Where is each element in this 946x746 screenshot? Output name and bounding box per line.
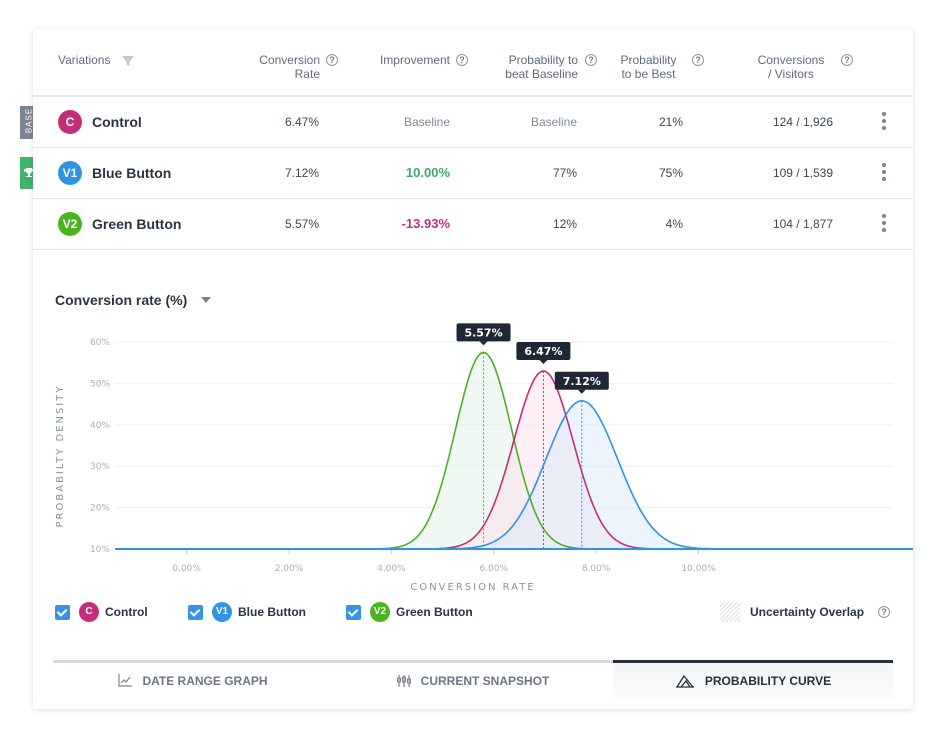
peak-label-C: 6.47% <box>516 341 571 364</box>
peak-label-text: 5.57% <box>464 326 502 339</box>
help-icon-conv-visitors[interactable]: ? <box>841 54 853 66</box>
header-prob-beat-baseline: Probability to beat Baseline <box>505 53 578 81</box>
probability-curve-chart: 10% 20% 30% 40% 50% 60% 0.00% 2.00% 4.00% 6.00% 8… <box>55 323 913 593</box>
y-tick-label: 60% <box>90 338 110 348</box>
x-tick-label: 2.00% <box>275 564 304 574</box>
legend-item-blue-button[interactable]: V1 Blue Button <box>188 602 306 622</box>
legend-uncertainty-overlap: Uncertainty Overlap ? <box>720 602 891 622</box>
tab-date-range-graph[interactable]: DATE RANGE GRAPH <box>53 660 333 698</box>
peak-label-V1: 7.12% <box>554 371 609 394</box>
view-tabs: DATE RANGE GRAPH CURRENT SNAPSHOT PROBAB… <box>53 660 893 700</box>
checkbox-green-button[interactable] <box>346 604 361 620</box>
checkbox-blue-button[interactable] <box>188 604 203 620</box>
x-tick-label: 8.00% <box>582 564 611 574</box>
legend-badge: V2 <box>370 602 390 622</box>
y-tick-label: 10% <box>90 545 110 555</box>
conversions-visitors: 124 / 1,926 <box>772 115 833 129</box>
peak-label-text: 6.47% <box>524 345 562 358</box>
y-tick-label: 20% <box>90 504 110 514</box>
prob-beat-baseline: 77% <box>552 166 577 180</box>
experiment-results-card: Variations Conversion Rate ? Improvement… <box>33 29 913 709</box>
legend-item-green-button[interactable]: V2 Green Button <box>346 602 473 622</box>
x-tick-label: 4.00% <box>377 564 406 574</box>
legend-label: Green Button <box>396 605 473 619</box>
x-tick-label: 6.00% <box>479 564 508 574</box>
prob-best: 75% <box>658 166 683 180</box>
variation-name: Green Button <box>92 216 182 232</box>
variation-badge: C <box>58 110 82 134</box>
legend-badge: C <box>79 602 99 622</box>
variation-name: Control <box>92 114 142 130</box>
help-icon-improvement[interactable]: ? <box>456 54 468 66</box>
x-axis-title: CONVERSION RATE <box>410 582 535 593</box>
variation-badge: V1 <box>58 161 82 185</box>
header-prob-best: Probability to be Best <box>620 53 677 81</box>
filter-icon[interactable] <box>122 55 134 67</box>
header-conversions-visitors: Conversions / Visitors <box>757 53 825 81</box>
box-plot-icon <box>396 674 411 687</box>
hatch-pattern-icon <box>720 602 740 622</box>
prob-beat-baseline: 12% <box>552 217 577 231</box>
line-chart-icon <box>118 674 133 687</box>
y-tick-label: 40% <box>90 421 110 431</box>
more-options-icon[interactable] <box>881 214 887 234</box>
legend-badge: V1 <box>212 602 232 622</box>
prob-best: 4% <box>665 217 683 231</box>
legend-item-control[interactable]: C Control <box>55 602 148 622</box>
tab-current-snapshot[interactable]: CURRENT SNAPSHOT <box>333 660 613 698</box>
help-icon-prob-best[interactable]: ? <box>692 54 704 66</box>
peak-label-pointer <box>479 341 488 346</box>
conversions-visitors: 104 / 1,877 <box>772 217 833 231</box>
conversions-visitors: 109 / 1,539 <box>772 166 833 180</box>
improvement: Baseline <box>403 115 450 129</box>
conversion-rate: 7.12% <box>284 166 319 180</box>
improvement: -13.93% <box>401 216 450 231</box>
header-conversion-rate: Conversion Rate <box>259 53 320 81</box>
y-tick-label: 30% <box>90 462 110 472</box>
prob-best: 21% <box>658 115 683 129</box>
peak-label-pointer <box>577 389 586 394</box>
legend-label: Blue Button <box>238 605 306 619</box>
conversion-rate: 6.47% <box>284 115 319 129</box>
table-row-blue-button[interactable]: V1 Blue Button 7.12% 10.00% 77% 75% 109 … <box>33 148 913 199</box>
tab-probability-curve[interactable]: PROBABILITY CURVE <box>613 660 893 698</box>
y-axis-title: PROBABILTY DENSITY <box>55 385 66 528</box>
improvement: 10.00% <box>405 165 450 180</box>
help-icon-overlap[interactable]: ? <box>878 606 891 618</box>
legend-label: Control <box>105 605 148 619</box>
x-tick-label: 0.00% <box>172 564 201 574</box>
more-options-icon[interactable] <box>881 112 887 132</box>
variation-badge: V2 <box>58 212 82 236</box>
header-improvement: Improvement <box>379 53 450 67</box>
help-icon-prob-beat[interactable]: ? <box>585 54 597 66</box>
legend-label: Uncertainty Overlap <box>750 605 865 619</box>
metric-selector-label[interactable]: Conversion rate (%) <box>55 292 187 308</box>
conversion-rate: 5.57% <box>284 217 319 231</box>
prob-beat-baseline: Baseline <box>530 115 577 129</box>
header-variations: Variations <box>58 53 111 67</box>
x-tick-label: 10.00% <box>681 564 716 574</box>
peak-label-text: 7.12% <box>563 375 601 388</box>
table-header: Variations Conversion Rate ? Improvement… <box>33 29 913 97</box>
more-options-icon[interactable] <box>881 163 887 183</box>
checkbox-control[interactable] <box>55 604 70 620</box>
help-icon-conversion-rate[interactable]: ? <box>326 54 338 66</box>
chevron-down-icon[interactable] <box>201 297 211 303</box>
table-row-green-button[interactable]: V2 Green Button 5.57% -13.93% 12% 4% 104… <box>33 199 913 250</box>
bell-curve-icon <box>675 674 694 688</box>
table-row-control[interactable]: C Control 6.47% Baseline Baseline 21% 12… <box>33 97 913 148</box>
y-tick-label: 50% <box>90 379 110 389</box>
peak-label-pointer <box>539 359 548 364</box>
variation-name: Blue Button <box>92 165 172 181</box>
